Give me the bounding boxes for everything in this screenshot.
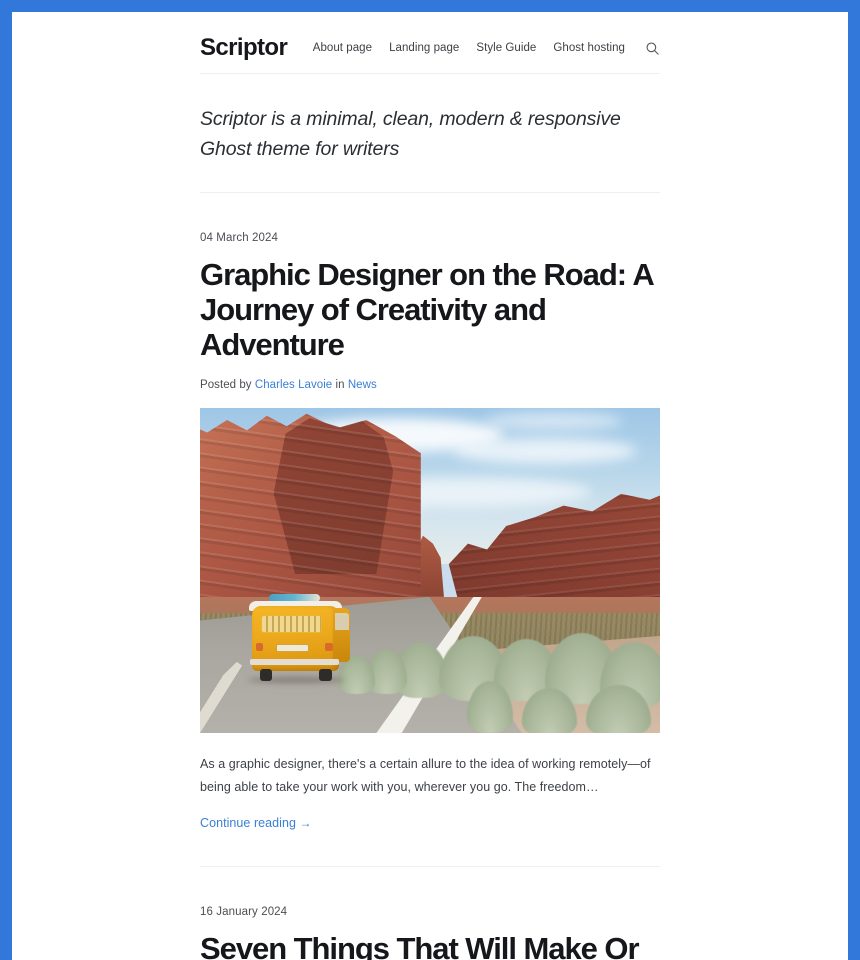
site-tagline-block: Scriptor is a minimal, clean, modern & r…: [200, 74, 660, 192]
nav-item-about-page[interactable]: About page: [313, 42, 372, 54]
nav-item-style-guide[interactable]: Style Guide: [476, 42, 536, 54]
van-bumper: [250, 659, 340, 665]
van-side-window: [334, 612, 349, 631]
cloud: [485, 411, 624, 430]
continue-reading-link[interactable]: Continue reading →: [200, 816, 312, 830]
rock-strata-left: [200, 413, 421, 620]
van-license-plate: [275, 643, 310, 652]
post-meta: Posted by Charles Lavoie in News: [200, 379, 660, 391]
search-icon[interactable]: [644, 40, 660, 56]
cloud: [453, 437, 637, 464]
nav-item-ghost-hosting[interactable]: Ghost hosting: [553, 42, 625, 54]
van-taillight-left: [255, 642, 263, 651]
nav-item-landing-page[interactable]: Landing page: [389, 42, 459, 54]
site-header: Scriptor About page Landing page Style G…: [200, 12, 660, 73]
post-card: 04 March 2024 Graphic Designer on the Ro…: [200, 193, 660, 866]
arrow-right-icon: →: [299, 815, 312, 830]
continue-reading-label: Continue reading: [200, 815, 297, 830]
site-tagline: Scriptor is a minimal, clean, modern & r…: [200, 107, 621, 161]
site-title[interactable]: Scriptor: [200, 34, 288, 63]
van-taillight-right: [325, 642, 333, 651]
post-tag-link[interactable]: News: [348, 379, 377, 391]
post-date: 16 January 2024: [200, 905, 288, 918]
post-title[interactable]: Seven Things That Will Make Or Break Fus…: [200, 931, 660, 960]
page-root: Scriptor About page Landing page Style G…: [12, 12, 848, 960]
van-wheel-left: [259, 669, 273, 682]
main-navigation: About page Landing page Style Guide Ghos…: [313, 40, 660, 56]
van-wheel-right: [319, 669, 332, 682]
post-excerpt: As a graphic designer, there's a certain…: [200, 757, 651, 794]
post-date: 04 March 2024: [200, 232, 279, 245]
post-meta-join: in: [335, 379, 345, 392]
browser-frame: Scriptor About page Landing page Style G…: [0, 0, 860, 960]
post-card: 16 January 2024 Seven Things That Will M…: [200, 867, 660, 960]
post-author-link[interactable]: Charles Lavoie: [255, 379, 332, 391]
post-title[interactable]: Graphic Designer on the Road: A Journey …: [200, 257, 660, 362]
camper-van: [246, 593, 352, 684]
post-feature-image[interactable]: [200, 408, 660, 734]
post-meta-prefix: Posted by: [200, 379, 252, 392]
van-rear-window: [260, 614, 323, 634]
